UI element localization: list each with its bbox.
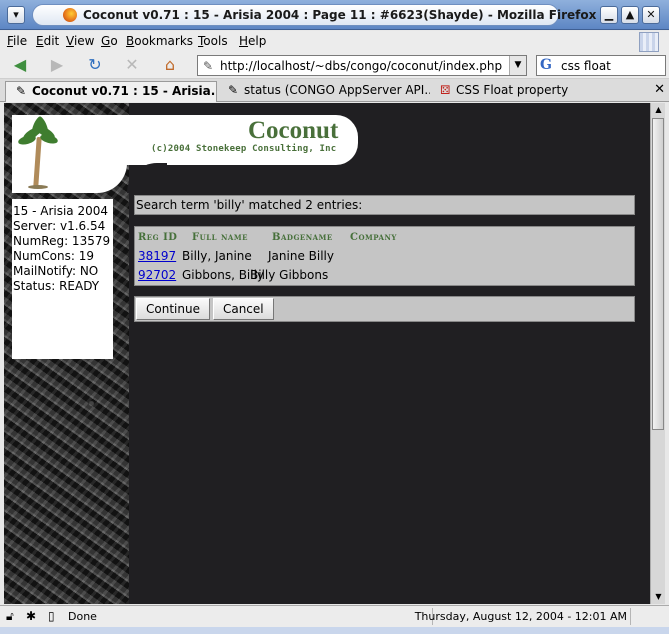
throbber-icon — [639, 32, 659, 52]
header-company: Company — [350, 232, 397, 243]
window-titlebar: ▾ Coconut v0.71 : 15 - Arisia 2004 : Pag… — [0, 0, 669, 30]
status-state: Status: READY — [13, 279, 100, 293]
vertical-scrollbar[interactable]: ▲ ▼ — [650, 103, 665, 604]
stop-icon: ✕ — [125, 55, 139, 74]
status-bar: 🔓︎ ✱ ▯ Done Thursday, August 12, 2004 - … — [0, 605, 669, 627]
full-name-cell: Billy, Janine — [182, 249, 252, 263]
table-row: 38197 Billy, Janine Janine Billy — [138, 249, 334, 265]
window-menu-button[interactable]: ▾ — [7, 6, 25, 24]
back-icon: ◀ — [13, 55, 27, 74]
dice-icon: ⚄ — [440, 83, 451, 97]
back-button[interactable]: ◀ — [8, 55, 32, 76]
reg-id-link[interactable]: 38197 — [138, 249, 176, 263]
tab-label: Coconut v0.71 : 15 - Arisia... — [32, 84, 217, 98]
close-icon: ✕ — [654, 82, 665, 97]
close-icon: ✕ — [646, 8, 656, 21]
menu-file[interactable]: File — [7, 34, 27, 48]
home-icon: ⌂ — [164, 55, 176, 74]
menu-bookmarks[interactable]: Bookmarks — [126, 34, 193, 48]
menu-tools[interactable]: Tools — [198, 34, 228, 48]
document-icon: ▯ — [48, 609, 55, 623]
web-search-box[interactable]: G — [536, 55, 666, 76]
navigation-toolbar: ◀ ▶ ↻ ✕ ⌂ ✎ ▼ G — [0, 52, 669, 79]
badgename-cell: Billy Gibbons — [250, 268, 329, 282]
page-icon: ✎ — [203, 59, 214, 73]
page-icon: ✎ — [228, 83, 239, 97]
url-dropdown-button[interactable]: ▼ — [509, 56, 526, 75]
status-datetime: Thursday, August 12, 2004 - 12:01 AM — [414, 610, 627, 623]
header-badgename: Badgename — [272, 232, 333, 243]
brand-subtitle: (c)2004 Stonekeep Consulting, Inc — [151, 144, 337, 154]
header-full-name: Full name — [192, 232, 248, 243]
reload-icon: ↻ — [88, 55, 102, 74]
menubar: File Edit View Go Bookmarks Tools Help — [0, 31, 669, 52]
status-numreg: NumReg: 13579 — [13, 234, 111, 248]
bug-icon: ✱ — [26, 609, 37, 623]
title-pill: Coconut v0.71 : 15 - Arisia 2004 : Page … — [32, 4, 596, 26]
badgename-cell: Janine Billy — [268, 249, 334, 263]
url-bar[interactable]: ✎ ▼ — [197, 55, 527, 76]
maximize-icon: ▲ — [625, 8, 635, 21]
close-tab-button[interactable]: ✕ — [654, 82, 665, 97]
menu-help[interactable]: Help — [239, 34, 266, 48]
logo-banner-curve — [127, 163, 167, 193]
stop-button[interactable]: ✕ — [120, 55, 144, 76]
window-bottom-edge — [0, 627, 669, 634]
tab-status[interactable]: ✎ status (CONGO AppServer API... — [218, 81, 430, 102]
action-bar: Continue Cancel — [134, 296, 635, 322]
firefox-logo-icon — [63, 8, 77, 22]
chevron-down-icon: ▼ — [514, 60, 522, 70]
scroll-up-icon[interactable]: ▲ — [651, 103, 666, 117]
menu-view[interactable]: View — [66, 34, 94, 48]
home-button[interactable]: ⌂ — [158, 55, 182, 76]
google-icon[interactable]: G — [540, 57, 552, 73]
scroll-down-icon[interactable]: ▼ — [651, 590, 666, 604]
brand-name: Coconut — [248, 117, 339, 144]
tab-bar: ✎ Coconut v0.71 : 15 - Arisia... ✎ statu… — [0, 79, 669, 102]
down-arrow-icon: ▾ — [13, 8, 19, 21]
close-window-button[interactable]: ✕ — [642, 6, 660, 24]
table-row: 92702 Gibbons, Billy Billy Gibbons — [138, 268, 328, 284]
header-reg-id: Reg ID — [138, 232, 178, 243]
url-input[interactable] — [220, 58, 508, 74]
tab-coconut[interactable]: ✎ Coconut v0.71 : 15 - Arisia... — [5, 81, 217, 102]
forward-icon: ▶ — [50, 55, 64, 74]
tab-label: CSS Float property — [456, 83, 569, 97]
minimize-button[interactable]: ▁ — [600, 6, 618, 24]
status-divider — [630, 608, 631, 625]
continue-button[interactable]: Continue — [136, 298, 210, 320]
status-server: Server: v1.6.54 — [13, 219, 106, 233]
results-table: Reg ID Full name Badgename Company 38197… — [134, 226, 635, 286]
menu-edit[interactable]: Edit — [36, 34, 59, 48]
status-text: Done — [68, 610, 97, 623]
reload-button[interactable]: ↻ — [83, 55, 107, 76]
status-numcons: NumCons: 19 — [13, 249, 94, 263]
search-result-message: Search term 'billy' matched 2 entries: — [134, 195, 635, 215]
maximize-button[interactable]: ▲ — [621, 6, 639, 24]
search-input[interactable] — [561, 58, 661, 74]
reg-id-link[interactable]: 92702 — [138, 268, 176, 282]
minimize-icon: ▁ — [604, 8, 614, 21]
scrollbar-thumb[interactable] — [652, 118, 664, 430]
lock-icon: 🔓︎ — [6, 609, 14, 623]
tab-css-float[interactable]: ⚄ CSS Float property — [430, 81, 640, 102]
status-mailnotify: MailNotify: NO — [13, 264, 99, 278]
window-title: Coconut v0.71 : 15 - Arisia 2004 : Page … — [83, 8, 597, 22]
page-icon: ✎ — [16, 84, 27, 98]
page-viewport: Coconut (c)2004 Stonekeep Consulting, In… — [4, 103, 650, 604]
cancel-button[interactable]: Cancel — [212, 298, 274, 320]
forward-button[interactable]: ▶ — [45, 55, 69, 76]
palm-tree-icon — [17, 115, 59, 189]
status-panel: 15 - Arisia 2004 Server: v1.6.54 NumReg:… — [12, 199, 113, 359]
tab-label: status (CONGO AppServer API... — [244, 83, 430, 97]
menu-go[interactable]: Go — [101, 34, 118, 48]
status-con: 15 - Arisia 2004 — [13, 204, 108, 218]
